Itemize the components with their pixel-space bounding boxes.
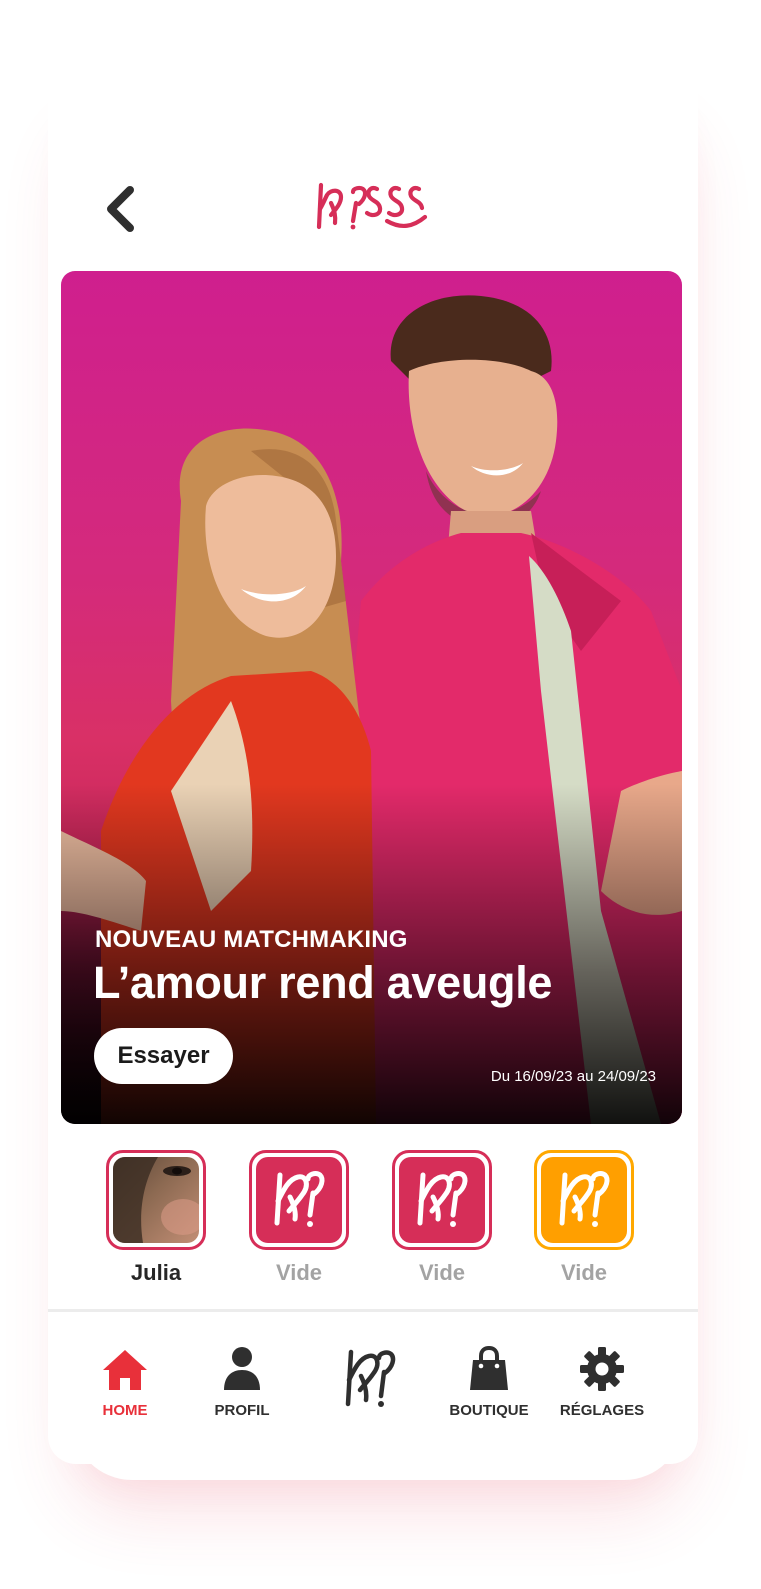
slot-julia[interactable]: Julia xyxy=(106,1150,206,1286)
nav-icon-wrap xyxy=(434,1344,544,1392)
screen: NOUVEAU MATCHMAKING L’amour rend aveugle… xyxy=(0,0,761,1589)
nav-kiss[interactable] xyxy=(315,1344,425,1420)
nav-boutique[interactable]: BOUTIQUE xyxy=(434,1344,544,1419)
nav-label: RÉGLAGES xyxy=(559,1402,645,1419)
nav-divider xyxy=(48,1309,698,1312)
slot-frame xyxy=(392,1150,492,1250)
kiss-logo xyxy=(316,182,428,230)
avatar-photo xyxy=(113,1157,199,1243)
app-logo xyxy=(313,177,433,242)
slot-empty-1[interactable]: Vide xyxy=(249,1150,349,1286)
kiss-placeholder-icon xyxy=(274,1171,325,1227)
chevron-left-icon xyxy=(107,186,134,232)
nav-icon-wrap xyxy=(315,1344,425,1410)
nav-icon-wrap xyxy=(187,1344,297,1392)
nav-label: BOUTIQUE xyxy=(449,1402,529,1419)
banner-headline: L’amour rend aveugle xyxy=(93,957,553,1008)
try-button[interactable]: Essayer xyxy=(94,1028,233,1084)
back-button[interactable] xyxy=(102,184,142,234)
julia-avatar xyxy=(113,1157,199,1243)
nav-label: PROFIL xyxy=(214,1402,270,1419)
promo-banner[interactable]: NOUVEAU MATCHMAKING L’amour rend aveugle… xyxy=(61,271,682,1124)
phone-frame: NOUVEAU MATCHMAKING L’amour rend aveugle… xyxy=(48,62,698,1464)
slot-frame xyxy=(249,1150,349,1250)
user-icon xyxy=(224,1347,260,1390)
slot-label: Vide xyxy=(560,1260,608,1285)
slot-label: Julia xyxy=(130,1260,182,1285)
slot-empty-3[interactable]: Vide xyxy=(534,1150,634,1286)
nav-icon-wrap xyxy=(70,1344,180,1392)
gear-icon xyxy=(580,1347,624,1391)
slot-label: Vide xyxy=(418,1260,466,1285)
nav-profil[interactable]: PROFIL xyxy=(187,1344,297,1419)
kiss-placeholder-icon xyxy=(559,1171,610,1227)
slot-placeholder xyxy=(541,1157,627,1243)
banner-kicker: NOUVEAU MATCHMAKING xyxy=(95,926,408,953)
slot-placeholder xyxy=(256,1157,342,1243)
shopping-bag-icon xyxy=(470,1346,508,1390)
banner-dates: Du 16/09/23 au 24/09/23 xyxy=(490,1068,656,1085)
kiss-logo-icon xyxy=(345,1349,396,1407)
slot-empty-2[interactable]: Vide xyxy=(392,1150,492,1286)
nav-reglages[interactable]: RÉGLAGES xyxy=(547,1344,657,1419)
nav-label: HOME xyxy=(102,1402,148,1419)
home-icon xyxy=(103,1350,147,1390)
nav-icon-wrap xyxy=(547,1344,657,1392)
slot-frame xyxy=(106,1150,206,1250)
slot-label: Vide xyxy=(275,1260,323,1285)
kiss-placeholder-icon xyxy=(417,1171,468,1227)
slot-frame xyxy=(534,1150,634,1250)
slot-placeholder xyxy=(399,1157,485,1243)
nav-home[interactable]: HOME xyxy=(70,1344,180,1419)
